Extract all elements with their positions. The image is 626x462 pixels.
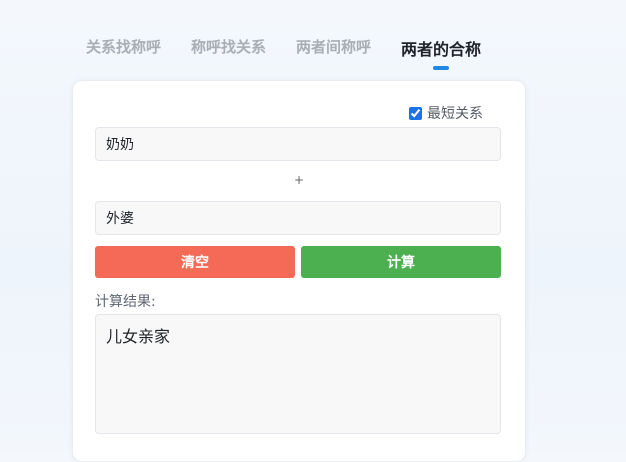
tab-title-to-relation[interactable]: 称呼找关系 <box>191 36 266 60</box>
tab-label: 称呼找关系 <box>191 38 267 56</box>
shortest-relation-label: 最短关系 <box>427 106 483 122</box>
tab-combined-title[interactable]: 两者的合称 <box>401 36 482 70</box>
tab-label: 关系找称呼 <box>86 38 162 56</box>
result-label: 计算结果: <box>95 294 156 310</box>
plus-operator: + <box>293 173 305 187</box>
tab-relation-to-title[interactable]: 关系找称呼 <box>86 36 161 60</box>
tab-mutual-title[interactable]: 两者间称呼 <box>296 36 371 60</box>
clear-button[interactable]: 清空 <box>95 246 295 278</box>
active-tab-indicator <box>433 66 450 70</box>
calculate-button[interactable]: 计算 <box>301 246 501 278</box>
tab-bar: 关系找称呼 称呼找关系 两者间称呼 两者的合称 <box>86 36 511 70</box>
result-output[interactable]: 儿女亲家 <box>95 314 501 434</box>
shortest-relation-checkbox[interactable] <box>409 106 422 120</box>
second-person-input[interactable] <box>95 201 501 235</box>
first-person-input[interactable] <box>95 127 501 161</box>
tab-label: 两者的合称 <box>401 40 482 59</box>
calculator-card: 最短关系 + 清空 计算 计算结果: 儿女亲家 <box>72 80 526 462</box>
shortest-relation-option[interactable]: 最短关系 <box>409 103 483 123</box>
tab-label: 两者间称呼 <box>296 38 372 56</box>
